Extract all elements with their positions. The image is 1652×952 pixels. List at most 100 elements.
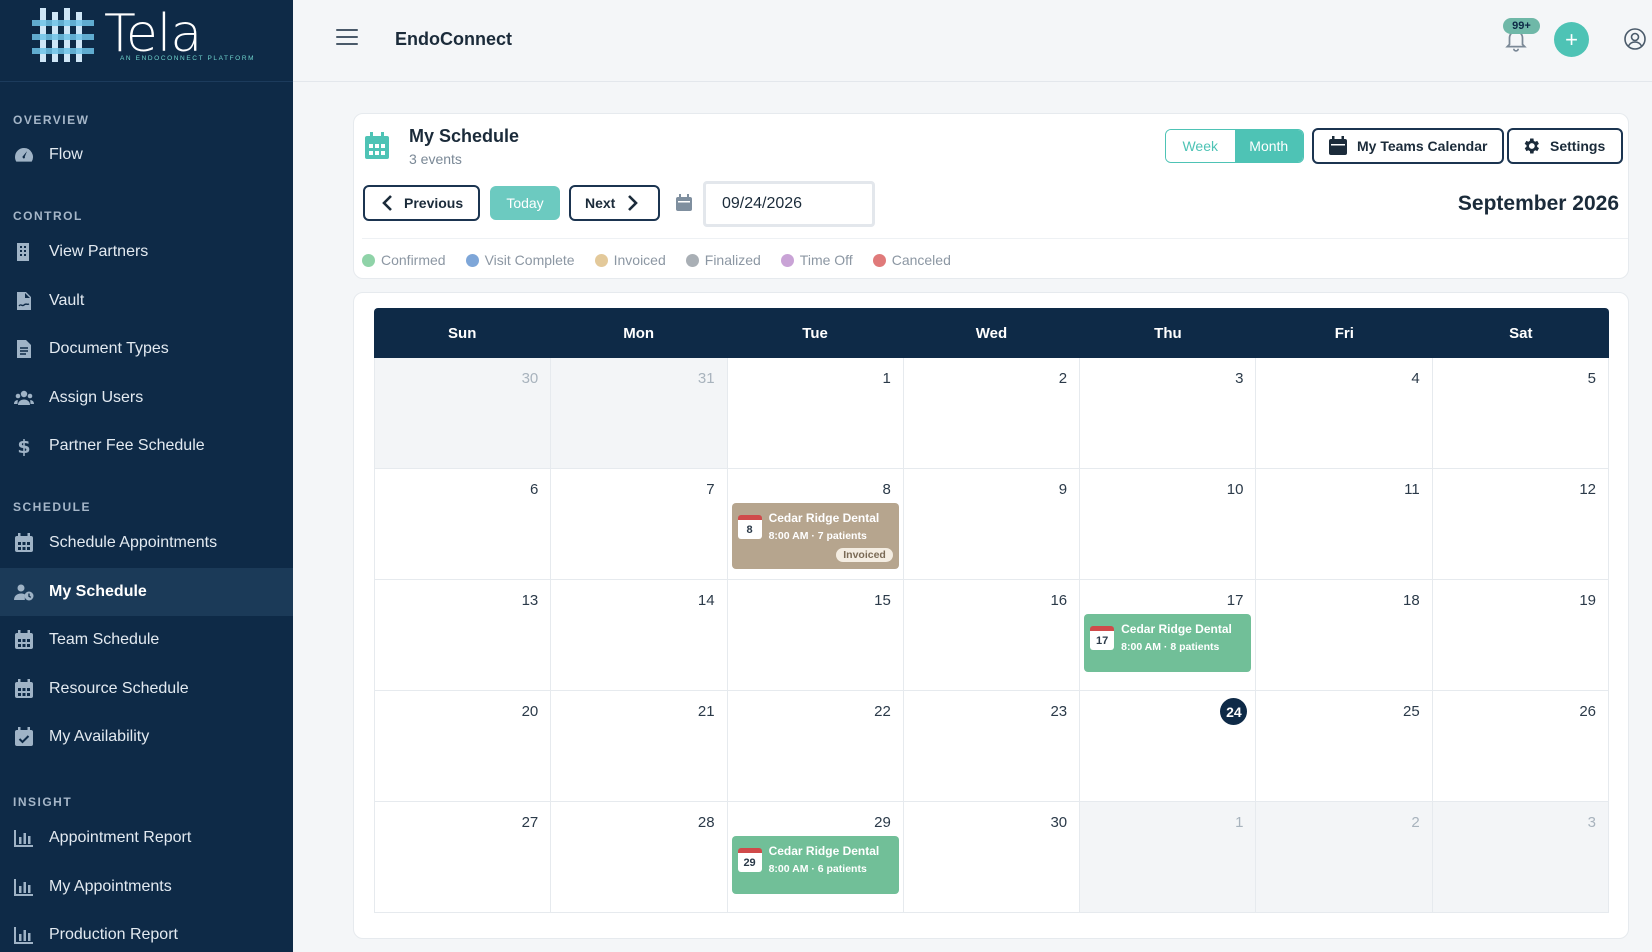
sidebar-item-vault[interactable]: Vault <box>0 277 293 325</box>
legend-dot <box>780 253 794 267</box>
day-number: 2 <box>1411 814 1420 831</box>
previous-button[interactable]: Previous <box>363 185 480 221</box>
calendar-day-cell[interactable]: 14 <box>551 580 728 691</box>
calendar-day-cell[interactable]: 20 <box>375 691 552 802</box>
calendar-day-cell[interactable]: 17 17 Cedar Ridge Dental 8:00 AM · 8 patien… <box>1080 580 1257 691</box>
calendar-day-cell[interactable]: 22 <box>727 691 904 802</box>
calendar-day-cell[interactable]: 31 <box>551 358 728 469</box>
date-input[interactable] <box>703 181 875 227</box>
calendar-day-cell[interactable]: 13 <box>375 580 552 691</box>
calendar-day-cell[interactable]: 2 <box>903 358 1081 469</box>
calendar-day-cell[interactable]: 15 <box>727 580 904 691</box>
sidebar-item-schedule-appointments[interactable]: Schedule Appointments <box>0 519 293 567</box>
calendar-day-cell[interactable]: 10 <box>1080 469 1257 580</box>
event-status-tag: Invoiced <box>836 548 893 562</box>
sidebar-item-production-report[interactable]: Production Report <box>0 911 293 952</box>
calendar-day-cell[interactable]: 1 <box>1080 802 1257 913</box>
day-number: 17 <box>1226 592 1244 609</box>
sidebar-item-resource-schedule[interactable]: Resource Schedule <box>0 665 293 713</box>
next-button[interactable]: Next <box>569 185 660 221</box>
sidebar-item-team-schedule[interactable]: Team Schedule <box>0 616 293 664</box>
tela-logo-mark <box>32 8 94 62</box>
calendar-day-cell[interactable]: 4 <box>1256 358 1433 469</box>
hamburger-menu-icon[interactable] <box>336 29 358 47</box>
sidebar-item-my-schedule[interactable]: My Schedule <box>0 567 293 616</box>
calendar-day-cell[interactable]: 16 <box>903 580 1081 691</box>
calendar-day-cell[interactable]: 12 <box>1432 469 1609 580</box>
calendar-day-cell[interactable]: 5 <box>1432 358 1609 469</box>
calendar-day-cell[interactable]: 2 <box>1256 802 1433 913</box>
calendar-day-cell[interactable]: 30 <box>375 358 552 469</box>
event-meta: 8:00 AM · 6 patients <box>768 863 867 875</box>
day-number: 22 <box>874 703 891 720</box>
day-number: 30 <box>1050 814 1068 831</box>
day-number: 3 <box>1235 370 1244 387</box>
legend-item-canceled: Canceled <box>872 252 951 268</box>
calendar-event[interactable]: 29 Cedar Ridge Dental 8:00 AM · 6 patients <box>731 836 899 894</box>
legend-label: Invoiced <box>613 252 666 268</box>
event-title: Cedar Ridge Dental <box>768 844 880 858</box>
sidebar-item-flow[interactable]: Flow <box>0 131 293 179</box>
sidebar: Tela AN ENDOCONNECT PLATFORM OVERVIEW Flo… <box>0 0 293 952</box>
calendar-day-cell[interactable]: 25 <box>1256 691 1433 802</box>
dollar-icon: $ <box>14 436 34 456</box>
file-signature-icon <box>14 291 34 311</box>
month-view-button[interactable]: Month <box>1234 130 1303 162</box>
calendar-day-cell[interactable]: 9 <box>903 469 1081 580</box>
sidebar-section-overview: OVERVIEW <box>13 113 90 127</box>
day-number: 11 <box>1404 481 1420 498</box>
weekday-thu: Thu <box>1154 324 1182 342</box>
calendar-day-cell[interactable]: 7 <box>551 469 728 580</box>
weekday-header-row: Sun Mon Tue Wed Thu Fri Sat <box>374 308 1609 358</box>
event-title: Cedar Ridge Dental <box>1121 622 1232 636</box>
legend-item-confirmed: Confirmed <box>362 252 446 268</box>
calendar-day-cell[interactable]: 26 <box>1432 691 1609 802</box>
user-account-icon[interactable] <box>1623 27 1647 51</box>
calendar-day-cell[interactable]: 27 <box>375 802 552 913</box>
calendar-day-cell[interactable]: 3 <box>1432 802 1609 913</box>
sidebar-item-label: Partner Fee Schedule <box>49 437 205 454</box>
calendar-day-cell[interactable]: 8 8 Cedar Ridge Dental 8:00 AM · 7 patients… <box>727 469 904 580</box>
date-picker-icon[interactable] <box>676 194 692 211</box>
calendar-day-cell[interactable]: 29 29 Cedar Ridge Dental 8:00 AM · 6 patien… <box>727 802 904 913</box>
sidebar-item-my-appointments[interactable]: My Appointments <box>0 863 293 911</box>
svg-text:$: $ <box>17 436 30 456</box>
sidebar-item-assign-users[interactable]: Assign Users <box>0 374 293 422</box>
sidebar-item-label: My Appointments <box>49 877 172 895</box>
my-teams-calendar-button[interactable]: My Teams Calendar <box>1312 128 1504 164</box>
today-day-number: 24 <box>1220 698 1248 725</box>
weekday-sun: Sun <box>448 324 477 342</box>
calendar-day-cell[interactable]: 11 <box>1256 469 1433 580</box>
sidebar-item-label: My Availability <box>49 728 150 745</box>
calendar-day-cell[interactable]: 3 <box>1080 358 1257 469</box>
calendar-icon <box>14 533 34 553</box>
calendar-day-cell[interactable]: 19 <box>1432 580 1609 691</box>
day-number: 1 <box>1235 814 1244 831</box>
sidebar-item-document-types[interactable]: Document Types <box>0 325 293 373</box>
sidebar-section-schedule: SCHEDULE <box>13 500 92 514</box>
week-view-button[interactable]: Week <box>1166 130 1235 162</box>
settings-button[interactable]: Settings <box>1507 128 1623 164</box>
calendar-day-cell[interactable]: 28 <box>551 802 728 913</box>
calendar-event[interactable]: 17 Cedar Ridge Dental 8:00 AM · 8 patients <box>1084 614 1252 672</box>
day-number: 27 <box>521 814 539 831</box>
calendar-day-cell[interactable]: 24 <box>1080 691 1257 802</box>
calendar-day-cell[interactable]: 21 <box>551 691 728 802</box>
calendar-day-cell[interactable]: 18 <box>1256 580 1433 691</box>
calendar-day-cell[interactable]: 23 <box>903 691 1081 802</box>
sidebar-item-partner-fee-schedule[interactable]: $ Partner Fee Schedule <box>0 422 293 470</box>
calendar-day-cell[interactable]: 6 <box>375 469 552 580</box>
sidebar-item-view-partners[interactable]: View Partners <box>0 228 293 276</box>
chevron-right-icon <box>628 195 639 211</box>
sidebar-item-label: Assign Users <box>49 388 144 406</box>
sidebar-item-my-availability[interactable]: My Availability <box>0 713 293 761</box>
add-button[interactable]: + <box>1554 22 1589 57</box>
calendar-day-cell[interactable]: 1 <box>727 358 904 469</box>
calendar-day-cell[interactable]: 30 <box>903 802 1081 913</box>
calendar-event[interactable]: 8 Cedar Ridge Dental 8:00 AM · 7 patients I… <box>731 503 899 569</box>
calendar-card: Sun Mon Tue Wed Thu Fri Sat 30 31 1 2 3 4 5 6 7 8 8 Cedar… <box>353 292 1629 939</box>
legend-item-finalized: Finalized <box>685 252 761 268</box>
sidebar-item-appointment-report[interactable]: Appointment Report <box>0 814 293 862</box>
today-button[interactable]: Today <box>490 186 560 220</box>
legend-dot <box>685 253 699 267</box>
